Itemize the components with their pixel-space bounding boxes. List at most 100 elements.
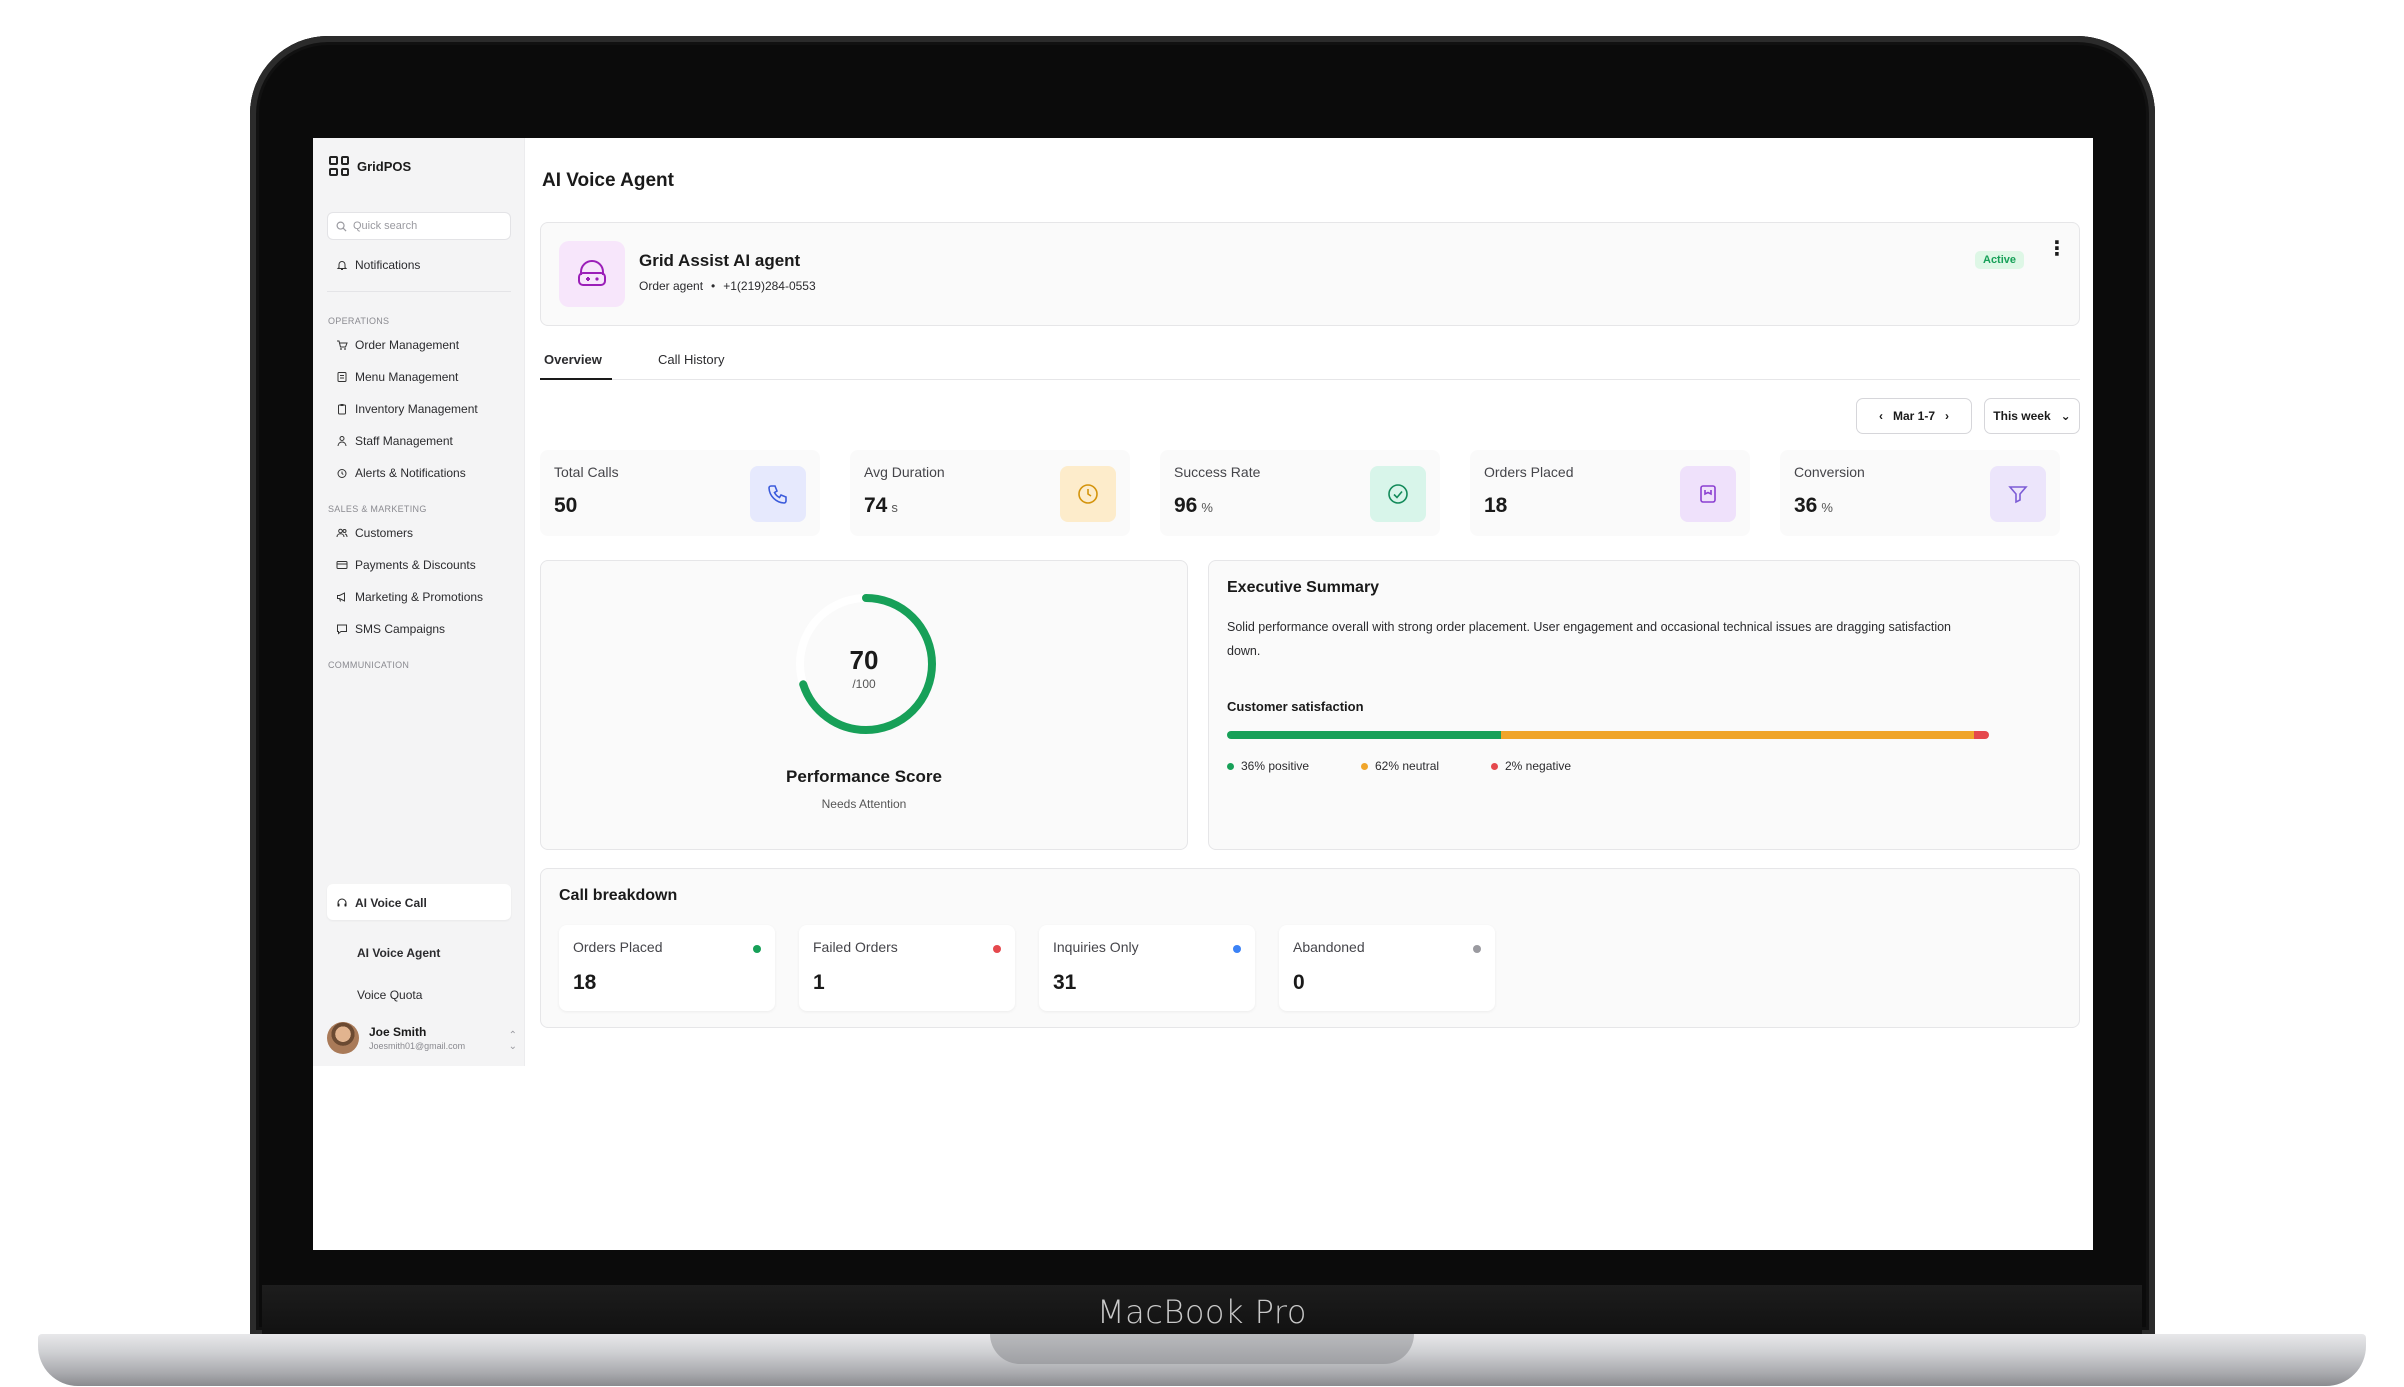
sidebar-item-ai-voice-call[interactable]: AI Voice Call xyxy=(335,896,427,910)
date-range-picker[interactable]: ‹ Mar 1-7 › xyxy=(1856,398,1972,434)
divider xyxy=(327,291,511,292)
sidebar-item-notifications[interactable]: Notifications xyxy=(335,258,420,272)
more-options-icon[interactable]: ⋮ xyxy=(2047,239,2067,259)
satisfaction-segment-positive xyxy=(1227,731,1502,739)
stat-label: Avg Duration xyxy=(864,464,945,480)
credit-card-icon xyxy=(335,559,348,572)
sidebar-item-sms-campaigns[interactable]: SMS Campaigns xyxy=(335,622,445,636)
legend-label: 36% positive xyxy=(1241,759,1310,773)
stat-card-orders-placed: Orders Placed 18 xyxy=(1470,450,1750,536)
user-info: Joe Smith Joesmith01@gmail.com xyxy=(369,1025,465,1051)
sidebar-item-order-management[interactable]: Order Management xyxy=(335,338,459,352)
alarm-icon xyxy=(335,467,348,480)
sidebar-item-customers[interactable]: Customers xyxy=(335,526,413,540)
menu-book-icon xyxy=(335,371,348,384)
performance-status: Needs Attention xyxy=(821,797,907,811)
agent-card: Grid Assist AI agent Order agent • +1(21… xyxy=(540,222,2080,326)
performance-score-max: /100 xyxy=(852,677,876,691)
section-label-sales: SALES & MARKETING xyxy=(328,504,427,514)
receipt-icon xyxy=(1680,466,1736,522)
breakdown-card-inquiries-only: Inquiries Only 31 xyxy=(1039,925,1255,1011)
period-select[interactable]: This week ⌄ xyxy=(1984,398,2080,434)
executive-summary-text: Solid performance overall with strong or… xyxy=(1227,620,1952,658)
sidebar-item-label: Order Management xyxy=(355,338,460,352)
satisfaction-segment-negative xyxy=(1973,731,1989,739)
sidebar-item-label: Staff Management xyxy=(355,434,453,448)
laptop-chin: MacBook Pro xyxy=(262,1285,2142,1335)
sidebar: GridPOS Quick search Notifications OPERA… xyxy=(313,138,525,1066)
legend-dot xyxy=(1361,762,1368,770)
brand-name: GridPOS xyxy=(357,158,412,174)
section-label-communication: COMMUNICATION xyxy=(328,660,410,670)
agent-role: Order agent xyxy=(639,279,704,293)
laptop-base-notch xyxy=(990,1334,1414,1364)
stat-card-success-rate: Success Rate 96% xyxy=(1160,450,1440,536)
chevron-left-icon[interactable]: ‹ xyxy=(1879,409,1883,423)
megaphone-icon xyxy=(335,591,348,604)
tab-active-indicator xyxy=(540,378,612,380)
sidebar-item-payments-discounts[interactable]: Payments & Discounts xyxy=(335,558,476,572)
tab-call-history[interactable]: Call History xyxy=(658,352,724,367)
performance-title: Performance Score xyxy=(786,767,942,786)
breakdown-label: Orders Placed xyxy=(573,939,663,955)
stat-card-avg-duration: Avg Duration 74 s xyxy=(850,450,1130,536)
call-breakdown-title: Call breakdown xyxy=(559,887,678,904)
meta-separator: • xyxy=(711,279,716,293)
agent-name: Grid Assist AI agent xyxy=(639,251,801,270)
stat-card-conversion: Conversion 36% xyxy=(1780,450,2060,536)
executive-summary-title: Executive Summary xyxy=(1227,579,1380,596)
agent-phone: +1(219)284-0553 xyxy=(723,279,816,293)
chevron-updown-icon[interactable]: ⌃ ⌄ xyxy=(509,1030,517,1052)
breakdown-label: Failed Orders xyxy=(813,939,898,955)
brand[interactable]: GridPOS xyxy=(329,156,411,176)
chevron-right-icon[interactable]: › xyxy=(1945,409,1949,423)
funnel-icon xyxy=(1990,466,2046,522)
cart-icon xyxy=(335,339,348,352)
tab-bar: Overview Call History xyxy=(540,348,2080,380)
sidebar-item-marketing-promotions[interactable]: Marketing & Promotions xyxy=(335,590,483,604)
stat-value: 50 xyxy=(554,494,578,517)
status-dot xyxy=(753,945,761,953)
clock-icon xyxy=(1060,466,1116,522)
legend-dot xyxy=(1491,762,1498,770)
sidebar-item-label: Menu Management xyxy=(355,370,459,384)
sidebar-item-menu-management[interactable]: Menu Management xyxy=(335,370,458,384)
breakdown-value: 1 xyxy=(813,971,825,994)
users-icon xyxy=(335,527,348,540)
legend-neutral: 62% neutral xyxy=(1361,759,1439,773)
breakdown-value: 31 xyxy=(1053,971,1077,994)
user-profile[interactable]: Joe Smith Joesmith01@gmail.com ⌃ ⌄ xyxy=(327,1018,517,1058)
executive-summary-panel: Executive Summary Solid performance over… xyxy=(1208,560,2080,850)
sidebar-item-label: Customers xyxy=(355,526,414,540)
search-icon xyxy=(336,221,347,232)
search-placeholder: Quick search xyxy=(353,220,418,232)
legend-label: 2% negative xyxy=(1505,759,1572,773)
staff-icon xyxy=(335,435,348,448)
sidebar-subitem-ai-voice-agent[interactable]: AI Voice Agent xyxy=(357,946,440,960)
search-input[interactable]: Quick search xyxy=(327,212,511,240)
sidebar-item-inventory-management[interactable]: Inventory Management xyxy=(335,402,478,416)
avatar xyxy=(327,1022,359,1054)
status-dot xyxy=(993,945,1001,953)
sidebar-item-label: Notifications xyxy=(355,258,421,272)
headset-icon xyxy=(335,897,348,910)
status-dot xyxy=(1473,945,1481,953)
tab-overview[interactable]: Overview xyxy=(544,352,602,367)
sidebar-item-alerts-notifications[interactable]: Alerts & Notifications xyxy=(335,466,466,480)
user-email: Joesmith01@gmail.com xyxy=(369,1041,466,1051)
status-dot xyxy=(1233,945,1241,953)
sidebar-subitem-voice-quota[interactable]: Voice Quota xyxy=(357,988,422,1002)
breakdown-value: 0 xyxy=(1293,971,1305,994)
stat-value: 18 xyxy=(1484,494,1508,517)
date-range-label: Mar 1-7 xyxy=(1892,409,1936,423)
message-icon xyxy=(335,623,348,636)
breakdown-card-orders-placed: Orders Placed 18 xyxy=(559,925,775,1011)
call-breakdown-panel: Call breakdown Orders Placed 18 Failed O… xyxy=(540,868,2080,1028)
breakdown-card-failed-orders: Failed Orders 1 xyxy=(799,925,1015,1011)
page-title: AI Voice Agent xyxy=(542,170,674,191)
sidebar-item-staff-management[interactable]: Staff Management xyxy=(335,434,453,448)
clipboard-icon xyxy=(335,403,348,416)
performance-score: 70 xyxy=(849,645,879,675)
main-content: AI Voice Agent Grid Assist AI agent Orde… xyxy=(540,138,2080,1250)
stat-value: 96% xyxy=(1174,494,1213,517)
